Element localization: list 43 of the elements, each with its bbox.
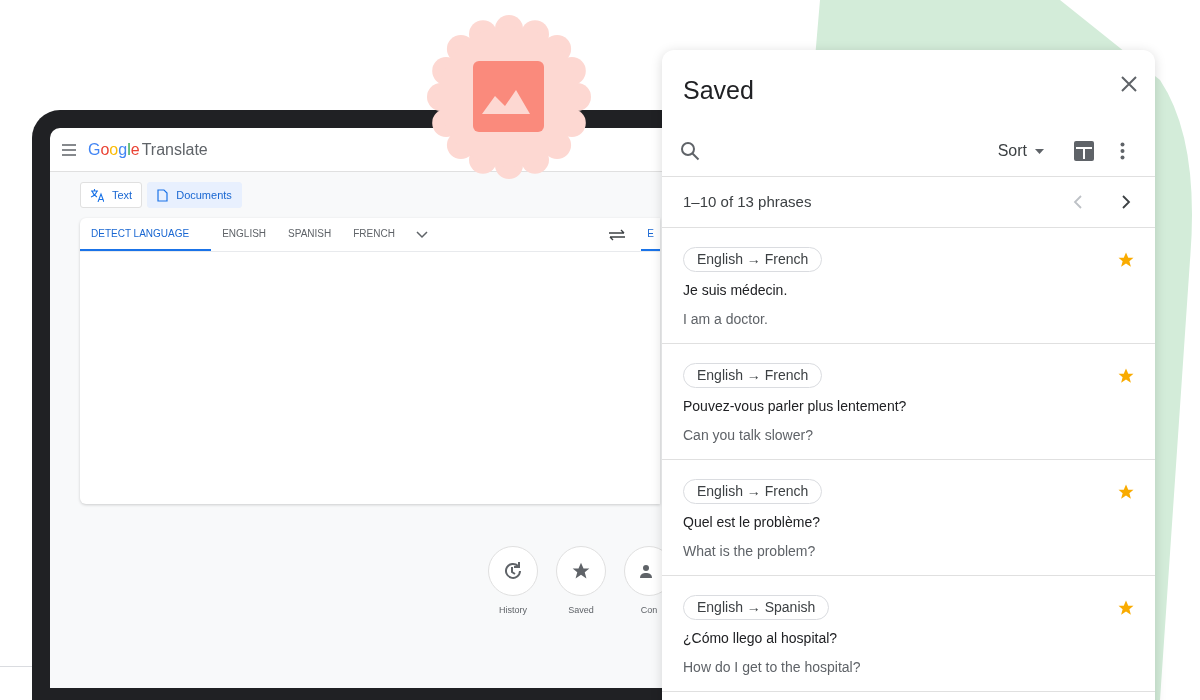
more-options-icon[interactable] — [1120, 142, 1125, 160]
spreadsheet-icon[interactable] — [1074, 141, 1094, 161]
search-icon[interactable] — [680, 141, 700, 161]
caret-down-icon — [1035, 148, 1044, 154]
translated-phrase: I am a doctor. — [683, 310, 768, 329]
star-icon[interactable] — [1117, 483, 1135, 501]
app-name: Translate — [141, 139, 208, 160]
language-tab[interactable]: SPANISH — [277, 218, 343, 251]
chevron-down-icon[interactable] — [415, 230, 428, 239]
history-button[interactable] — [488, 546, 538, 596]
language-tab[interactable]: FRENCH — [342, 218, 406, 251]
translated-phrase: What is the problem? — [683, 542, 816, 561]
document-icon — [157, 188, 169, 202]
source-phrase: Je suis médecin. — [683, 281, 788, 300]
star-icon[interactable] — [1117, 599, 1135, 617]
translated-phrase: Can you talk slower? — [683, 426, 813, 445]
contribute-button[interactable] — [624, 546, 662, 596]
sort-dropdown[interactable]: Sort — [997, 139, 1044, 163]
history-icon — [502, 560, 524, 582]
documents-mode-button[interactable]: Documents — [147, 182, 242, 208]
language-tab[interactable]: ENGLISH — [211, 218, 278, 251]
translated-phrase: How do I get to the hospital? — [683, 658, 861, 677]
menu-icon[interactable] — [62, 143, 76, 156]
translate-icon — [90, 188, 104, 202]
google-logo: Google — [88, 139, 140, 160]
language-tab[interactable]: DETECT LANGUAGE — [80, 218, 212, 251]
source-phrase: ¿Cómo llego al hospital? — [683, 629, 838, 648]
panel-title: Saved — [683, 75, 754, 106]
star-icon[interactable] — [1117, 251, 1135, 269]
language-tab[interactable]: E — [641, 218, 660, 251]
pagination-text: 1–10 of 13 phrases — [683, 191, 812, 212]
star-icon[interactable] — [1117, 367, 1135, 385]
close-icon[interactable] — [1121, 76, 1137, 92]
source-phrase: Pouvez-vous parler plus lentement? — [683, 397, 907, 416]
source-phrase: Quel est le problème? — [683, 513, 820, 532]
shortcut-label: History — [499, 604, 527, 617]
swap-icon[interactable] — [607, 228, 626, 241]
saved-button[interactable] — [556, 546, 606, 596]
shortcut-label: Saved — [568, 604, 594, 617]
shortcut-label: Con — [640, 604, 658, 617]
text-mode-button[interactable]: Text — [80, 182, 143, 208]
star-icon — [571, 561, 591, 581]
next-page-icon[interactable] — [1122, 195, 1131, 209]
